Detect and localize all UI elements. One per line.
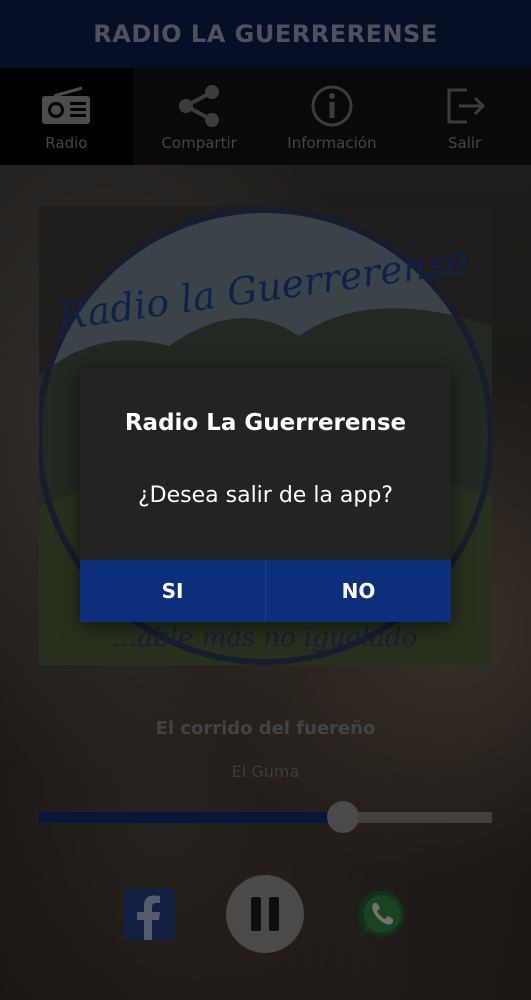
yes-button[interactable]: SI xyxy=(80,560,265,622)
dialog-buttons: SI NO xyxy=(80,560,451,622)
dialog-message: ¿Desea salir de la app? xyxy=(138,483,393,508)
exit-dialog: Radio La Guerrerense ¿Desea salir de la … xyxy=(80,368,451,622)
no-button[interactable]: NO xyxy=(265,560,451,622)
dialog-title: Radio La Guerrerense xyxy=(124,410,407,436)
